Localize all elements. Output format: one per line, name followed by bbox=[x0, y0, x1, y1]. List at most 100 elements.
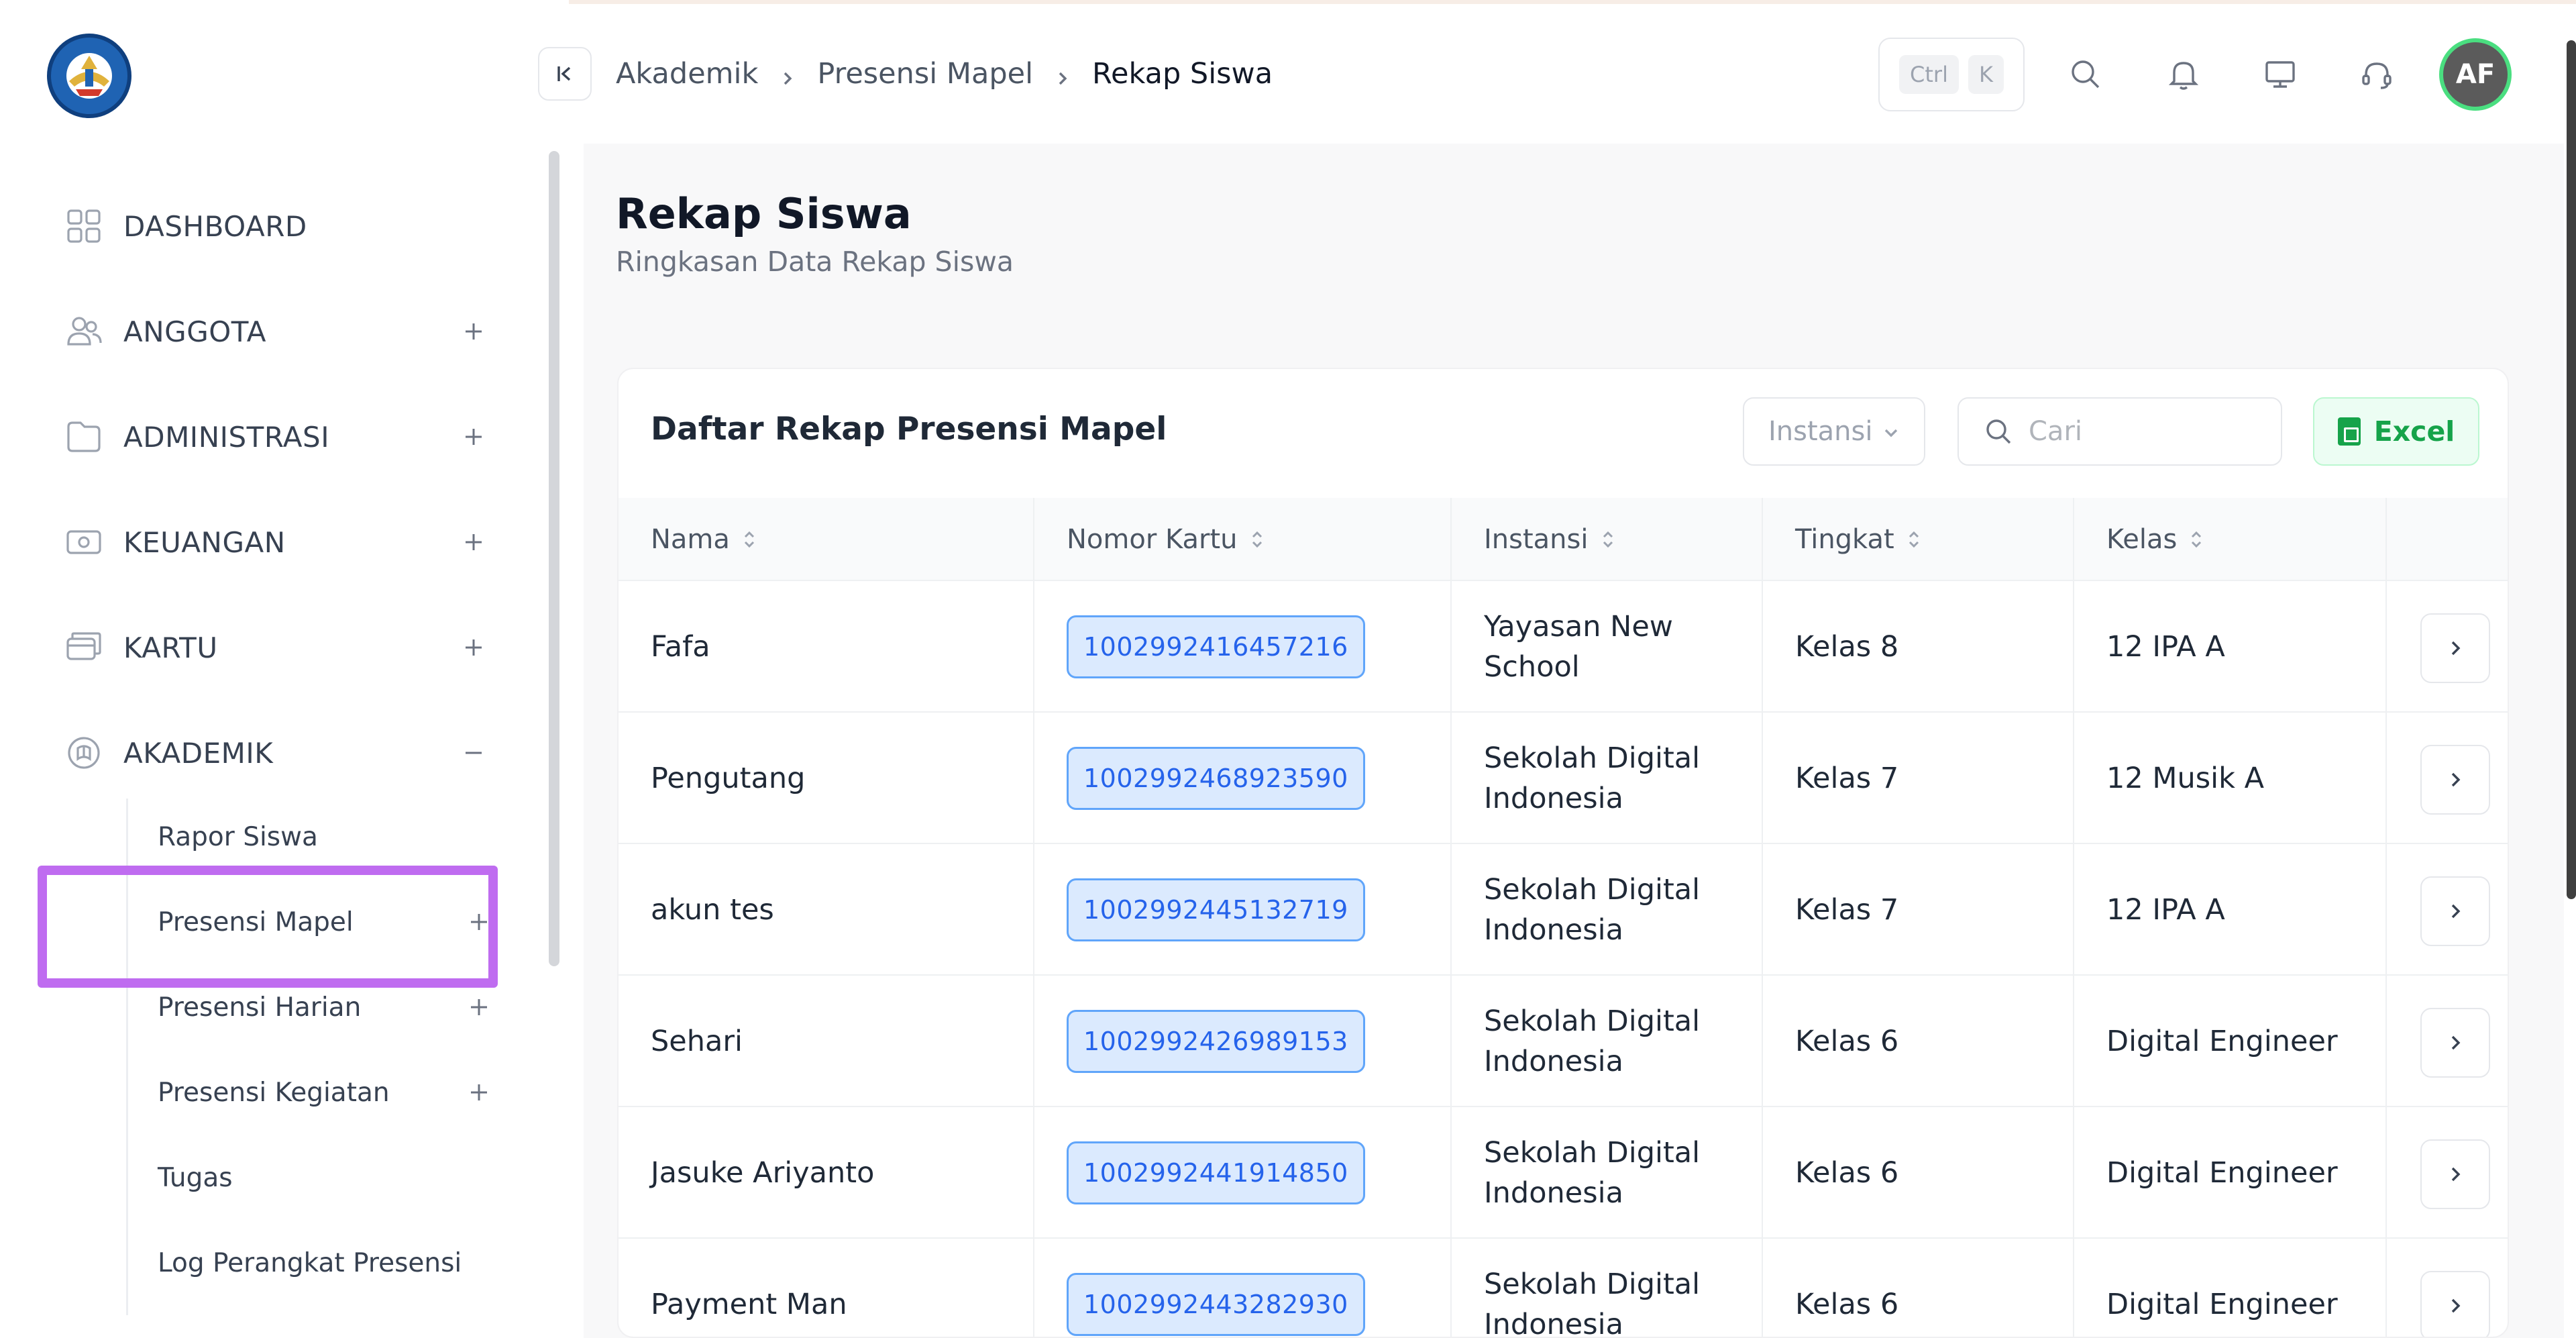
table-row[interactable]: Fafa 1002992416457216 Yayasan New School… bbox=[619, 581, 2508, 713]
export-excel-button[interactable]: Excel bbox=[2313, 397, 2479, 466]
table-row[interactable]: Jasuke Ariyanto 1002992441914850 Sekolah… bbox=[619, 1107, 2508, 1239]
column-header-nama[interactable]: Nama bbox=[651, 498, 758, 581]
cell-tingkat: Kelas 8 bbox=[1795, 630, 1899, 664]
card-number-badge[interactable]: 1002992445132719 bbox=[1067, 878, 1365, 941]
table-row[interactable]: Pengutang 1002992468923590 Sekolah Digit… bbox=[619, 713, 2508, 844]
cell-nama: Jasuke Ariyanto bbox=[651, 1156, 875, 1190]
chevron-right-icon bbox=[2451, 772, 2461, 787]
sidebar-item-keuangan[interactable]: KEUANGAN bbox=[64, 505, 494, 579]
cell-nama: Fafa bbox=[651, 630, 710, 664]
display-button[interactable] bbox=[2258, 52, 2302, 97]
row-detail-button[interactable] bbox=[2420, 1139, 2490, 1209]
chevron-right-icon bbox=[1052, 63, 1073, 85]
sort-icon bbox=[1905, 527, 1923, 552]
instansi-filter-select[interactable]: Instansi bbox=[1743, 397, 1925, 466]
instansi-line: Indonesia bbox=[1484, 782, 1623, 815]
sidebar-subitem-presensi-kegiatan[interactable]: Presensi Kegiatan bbox=[158, 1059, 493, 1126]
cell-kelas: Digital Engineer bbox=[2106, 1025, 2338, 1058]
row-detail-button[interactable] bbox=[2420, 1008, 2490, 1078]
cell-nomor-kartu: 1002992441914850 bbox=[1067, 1107, 1365, 1239]
column-header-kelas[interactable]: Kelas bbox=[2106, 498, 2205, 581]
instansi-line: Sekolah Digital bbox=[1484, 1136, 1701, 1170]
cell-tingkat: Kelas 7 bbox=[1795, 762, 1899, 795]
column-header-nomor-kartu[interactable]: Nomor Kartu bbox=[1067, 498, 1266, 581]
sidebar-item-dashboard[interactable]: DASHBOARD bbox=[64, 189, 494, 263]
page-title: Rekap Siswa bbox=[616, 189, 912, 238]
command-shortcut-button[interactable]: Ctrl K bbox=[1878, 38, 2025, 111]
column-header-tingkat[interactable]: Tingkat bbox=[1795, 498, 1923, 581]
sidebar-subitem-label: Rapor Siswa bbox=[158, 821, 318, 852]
expand-plus-icon[interactable] bbox=[466, 994, 492, 1020]
chevron-right-icon bbox=[2451, 641, 2461, 656]
collapse-sidebar-button[interactable] bbox=[538, 47, 592, 101]
table-row[interactable]: akun tes 1002992445132719 Sekolah Digita… bbox=[619, 844, 2508, 976]
breadcrumb-presensi-mapel[interactable]: Presensi Mapel bbox=[817, 57, 1033, 91]
cell-nama: akun tes bbox=[651, 893, 774, 927]
breadcrumb-akademik[interactable]: Akademik bbox=[616, 57, 758, 91]
money-icon bbox=[64, 523, 103, 562]
cell-kelas: 12 IPA A bbox=[2106, 893, 2225, 927]
expand-plus-icon[interactable] bbox=[460, 318, 487, 345]
cell-nomor-kartu: 1002992468923590 bbox=[1067, 713, 1365, 844]
notification-button[interactable] bbox=[2161, 52, 2206, 97]
row-detail-button[interactable] bbox=[2420, 613, 2490, 683]
collapse-minus-icon[interactable] bbox=[460, 739, 487, 766]
sidebar-scrollbar[interactable] bbox=[549, 151, 559, 966]
instansi-line: Indonesia bbox=[1484, 913, 1623, 947]
sidebar-subitem-label: Presensi Harian bbox=[158, 992, 362, 1023]
search-input[interactable] bbox=[2029, 416, 2257, 447]
instansi-line: Indonesia bbox=[1484, 1176, 1623, 1210]
column-header-label: Nama bbox=[651, 524, 730, 555]
expand-plus-icon[interactable] bbox=[460, 423, 487, 450]
chevron-down-icon bbox=[1884, 429, 1898, 438]
monitor-icon bbox=[2265, 61, 2295, 88]
sidebar-subitem-rapor-siswa[interactable]: Rapor Siswa bbox=[158, 803, 493, 870]
support-button[interactable] bbox=[2355, 52, 2399, 97]
sidebar-item-administrasi[interactable]: ADMINISTRASI bbox=[64, 400, 494, 474]
table-row[interactable]: Payment Man 1002992443282930 Sekolah Dig… bbox=[619, 1239, 2508, 1338]
sidebar-item-anggota[interactable]: ANGGOTA bbox=[64, 295, 494, 368]
card-number-badge[interactable]: 1002992441914850 bbox=[1067, 1141, 1365, 1204]
highlight-annotation-box bbox=[38, 866, 498, 988]
sidebar-subitem-tugas[interactable]: Tugas bbox=[158, 1144, 493, 1211]
page-scrollbar[interactable] bbox=[2567, 40, 2576, 899]
expand-plus-icon[interactable] bbox=[466, 1080, 492, 1105]
card-number-badge[interactable]: 1002992443282930 bbox=[1067, 1273, 1365, 1336]
card-number-badge[interactable]: 1002992468923590 bbox=[1067, 747, 1365, 810]
cell-instansi: Sekolah Digital Indonesia bbox=[1484, 713, 1700, 844]
card-number-badge[interactable]: 1002992416457216 bbox=[1067, 615, 1365, 678]
cell-kelas: Digital Engineer bbox=[2106, 1156, 2338, 1190]
kbd-ctrl: Ctrl bbox=[1899, 55, 1959, 94]
sidebar-subitem-label: Log Perangkat Presensi bbox=[158, 1247, 462, 1278]
expand-plus-icon[interactable] bbox=[460, 529, 487, 556]
card-icon bbox=[64, 628, 103, 667]
sidebar-item-label: DASHBOARD bbox=[123, 209, 307, 243]
card-number-badge[interactable]: 1002992426989153 bbox=[1067, 1010, 1365, 1073]
cell-tingkat: Kelas 6 bbox=[1795, 1288, 1899, 1321]
sidebar-item-label: ANGGOTA bbox=[123, 315, 266, 348]
row-detail-button[interactable] bbox=[2420, 1271, 2490, 1337]
expand-plus-icon[interactable] bbox=[460, 634, 487, 661]
cell-nama: Payment Man bbox=[651, 1288, 847, 1321]
user-avatar[interactable]: AF bbox=[2439, 38, 2512, 111]
chevron-right-icon bbox=[2451, 1167, 2461, 1182]
search-button[interactable] bbox=[2063, 52, 2108, 97]
cell-instansi: Sekolah Digital Indonesia bbox=[1484, 844, 1700, 976]
sidebar-subitem-log-perangkat-presensi[interactable]: Log Perangkat Presensi bbox=[158, 1229, 493, 1296]
users-icon bbox=[64, 312, 103, 351]
sidebar-item-label: KARTU bbox=[123, 631, 218, 664]
instansi-line: Yayasan New bbox=[1484, 610, 1673, 644]
breadcrumb-current: Rekap Siswa bbox=[1092, 57, 1273, 91]
sidebar-item-akademik[interactable]: AKADEMIK bbox=[64, 716, 494, 790]
app-logo[interactable] bbox=[47, 34, 131, 118]
sidebar-item-kartu[interactable]: KARTU bbox=[64, 611, 494, 684]
instansi-line: Indonesia bbox=[1484, 1308, 1623, 1338]
column-header-instansi[interactable]: Instansi bbox=[1484, 498, 1617, 581]
row-detail-button[interactable] bbox=[2420, 745, 2490, 815]
search-field[interactable] bbox=[1957, 397, 2282, 466]
instansi-line: Indonesia bbox=[1484, 1045, 1623, 1078]
card-title: Daftar Rekap Presensi Mapel bbox=[651, 411, 1167, 448]
row-detail-button[interactable] bbox=[2420, 876, 2490, 946]
table-row[interactable]: Sehari 1002992426989153 Sekolah Digital … bbox=[619, 976, 2508, 1107]
sidebar-subitem-label: Presensi Kegiatan bbox=[158, 1077, 390, 1108]
